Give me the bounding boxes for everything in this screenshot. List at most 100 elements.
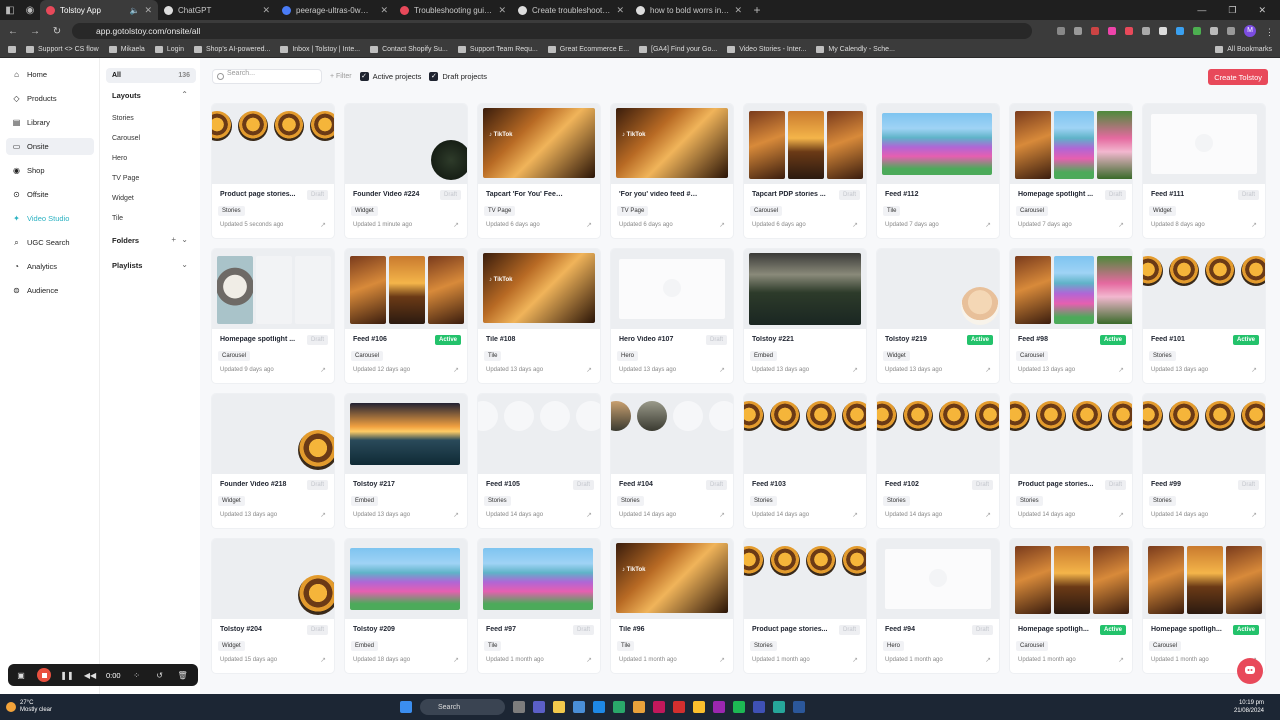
open-link-icon[interactable]: ↗ — [852, 511, 858, 519]
app-icon[interactable] — [653, 701, 665, 713]
project-title[interactable]: 'For you' video feed #114 — [619, 191, 699, 198]
app-icon[interactable] — [673, 701, 685, 713]
edge-icon[interactable] — [613, 701, 625, 713]
sidebar-item-library[interactable]: ▤ Library — [6, 114, 94, 131]
project-card[interactable]: Tolstoy #209 Embed Updated 18 days ago ↗ — [345, 539, 467, 673]
grid-icon[interactable]: ⁘ — [130, 668, 144, 682]
stop-recording-button[interactable] — [37, 668, 51, 682]
project-thumbnail[interactable] — [345, 539, 467, 619]
project-title[interactable]: Feed #111 — [1151, 191, 1231, 198]
mail-icon[interactable] — [573, 701, 585, 713]
project-thumbnail[interactable] — [1143, 539, 1265, 619]
open-link-icon[interactable]: ↗ — [1251, 221, 1257, 229]
extension-icon[interactable] — [1176, 27, 1184, 35]
project-card[interactable]: Product page stories... Draft Stories Updat… — [212, 104, 334, 238]
project-card[interactable]: Tolstoy #221 Embed Updated 13 days ago ↗ — [744, 249, 866, 383]
open-link-icon[interactable]: ↗ — [852, 656, 858, 664]
project-thumbnail[interactable] — [744, 249, 866, 329]
project-card[interactable]: Feed #99 Draft Stories Updated 14 days ago ↗ — [1143, 394, 1265, 528]
project-thumbnail[interactable] — [877, 104, 999, 184]
close-tab-icon[interactable]: ✕ — [144, 5, 152, 16]
project-thumbnail[interactable] — [877, 539, 999, 619]
project-thumbnail[interactable] — [1010, 539, 1132, 619]
browser-tab[interactable]: peerage-ultras-0w@icloud.com ✕ — [276, 0, 394, 20]
open-link-icon[interactable]: ↗ — [586, 656, 592, 664]
project-card[interactable]: Feed #105 Draft Stories Updated 14 days ago… — [478, 394, 600, 528]
open-link-icon[interactable]: ↗ — [719, 511, 725, 519]
close-tab-icon[interactable]: ✕ — [498, 5, 506, 16]
browser-tab[interactable]: Troubleshooting guide on Publ ✕ — [394, 0, 512, 20]
project-thumbnail[interactable] — [212, 249, 334, 329]
project-title[interactable]: Feed #105 — [486, 481, 566, 488]
project-card[interactable]: Feed #112 Tile Updated 7 days ago ↗ — [877, 104, 999, 238]
project-card[interactable]: Homepage spotligh... Active Carousel Update… — [1143, 539, 1265, 673]
open-link-icon[interactable]: ↗ — [1118, 366, 1124, 374]
open-link-icon[interactable]: ↗ — [320, 656, 326, 664]
project-thumbnail[interactable] — [1143, 104, 1265, 184]
project-title[interactable]: Homepage spotlight ... — [1018, 191, 1098, 198]
project-title[interactable]: Feed #112 — [885, 191, 965, 198]
bookmark[interactable]: Great Ecommerce E... — [547, 46, 629, 53]
project-thumbnail[interactable] — [744, 394, 866, 474]
open-link-icon[interactable]: ↗ — [586, 511, 592, 519]
project-thumbnail[interactable]: ♪ TikTok — [611, 104, 733, 184]
open-link-icon[interactable]: ↗ — [586, 221, 592, 229]
sidebar-item-onsite[interactable]: ▭ Onsite — [6, 138, 94, 155]
chevron-down-icon[interactable]: ⌄ — [181, 235, 188, 244]
task-view-icon[interactable] — [513, 701, 525, 713]
add-folder-icon[interactable]: + — [171, 235, 176, 244]
project-thumbnail[interactable] — [1010, 104, 1132, 184]
camera-icon[interactable]: ▣ — [14, 668, 28, 682]
project-card[interactable]: Tapcart PDP stories ... Draft Carousel Upda… — [744, 104, 866, 238]
extension-icon[interactable] — [1193, 27, 1201, 35]
filter-button[interactable]: + Filter — [330, 73, 352, 80]
restart-icon[interactable]: ↺ — [153, 668, 167, 682]
app-icon[interactable] — [753, 701, 765, 713]
browser-tab[interactable]: Create troubleshooting-guide ✕ — [512, 0, 630, 20]
extension-icon[interactable] — [1125, 27, 1133, 35]
project-title[interactable]: Tolstoy #219 — [885, 336, 965, 343]
rewind-icon[interactable]: ◀◀ — [83, 668, 97, 682]
project-title[interactable]: Tile #96 — [619, 626, 699, 633]
project-thumbnail[interactable] — [345, 104, 467, 184]
project-thumbnail[interactable] — [212, 104, 334, 184]
all-bookmarks[interactable]: All Bookmarks — [1215, 46, 1272, 53]
close-window-icon[interactable]: ✕ — [1258, 5, 1266, 16]
project-title[interactable]: Tolstoy #204 — [220, 626, 300, 633]
project-title[interactable]: Feed #103 — [752, 481, 832, 488]
project-thumbnail[interactable] — [478, 539, 600, 619]
project-card[interactable]: Tolstoy #219 Active Widget Updated 13 days … — [877, 249, 999, 383]
open-link-icon[interactable]: ↗ — [1118, 656, 1124, 664]
draft-projects-checkbox[interactable]: ✓ Draft projects — [429, 71, 487, 81]
bookmark[interactable]: Support Team Requ... — [457, 46, 538, 53]
system-clock[interactable]: 10:19 pm 21/08/2024 — [1234, 699, 1264, 715]
explorer-icon[interactable] — [553, 701, 565, 713]
open-link-icon[interactable]: ↗ — [320, 221, 326, 229]
url-field[interactable]: app.gotolstoy.com/onsite/all — [72, 23, 1032, 39]
sidebar-item-ugc-search[interactable]: ⌕ UGC Search — [6, 234, 94, 251]
open-link-icon[interactable]: ↗ — [320, 511, 326, 519]
open-link-icon[interactable]: ↗ — [1118, 511, 1124, 519]
bookmark[interactable]: Video Stories - Inter... — [727, 46, 806, 53]
project-thumbnail[interactable] — [478, 394, 600, 474]
project-card[interactable]: Founder Video #224 Draft Widget Updated 1 m… — [345, 104, 467, 238]
project-title[interactable]: Tolstoy #217 — [353, 481, 433, 488]
layout-widget[interactable]: Widget — [106, 191, 196, 206]
project-title[interactable]: Feed #102 — [885, 481, 965, 488]
weather-widget[interactable]: 27°C Mostly clear — [0, 700, 52, 714]
project-thumbnail[interactable] — [611, 394, 733, 474]
project-card[interactable]: Feed #111 Draft Widget Updated 8 days ago ↗ — [1143, 104, 1265, 238]
search-input[interactable]: Search... — [212, 68, 322, 84]
layout-tile[interactable]: Tile — [106, 211, 196, 226]
browser-tab[interactable]: how to bold worrs in github - G ✕ — [630, 0, 748, 20]
project-thumbnail[interactable] — [1143, 394, 1265, 474]
browser-tab[interactable]: ChatGPT ✕ — [158, 0, 276, 20]
open-link-icon[interactable]: ↗ — [985, 366, 991, 374]
sidebar-item-audience[interactable]: ⊜ Audience — [6, 282, 94, 299]
project-card[interactable]: Feed #103 Stories Updated 14 days ago ↗ — [744, 394, 866, 528]
bookmark[interactable]: Support <> CS flow — [26, 46, 99, 53]
bookmark[interactable]: My Calendly - Sche... — [816, 46, 895, 53]
create-tolstoy-button[interactable]: Create Tolstoy — [1208, 69, 1268, 85]
minimize-icon[interactable]: — — [1197, 5, 1206, 16]
project-title[interactable]: Tile #108 — [486, 336, 566, 343]
